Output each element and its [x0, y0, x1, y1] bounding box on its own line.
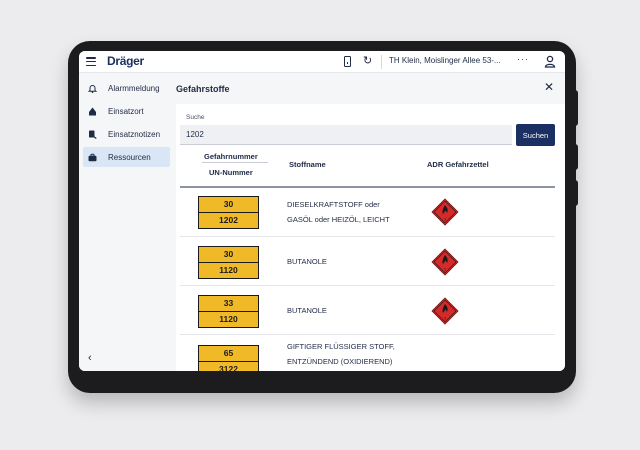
sidebar-item-label: Ressourcen	[108, 152, 151, 162]
app-screen: Dräger ↻ TH Klein, Moislinger Allee 53-.…	[79, 51, 565, 371]
column-header-hazard-number: Gefahrnummer	[204, 152, 258, 161]
header-divider	[202, 162, 268, 163]
column-header-substance-name: Stoffname	[289, 160, 326, 169]
hazard-plate: 33 1120	[198, 295, 259, 328]
table-row[interactable]: 30 1202 DIESELKRAFTSTOFF oder GASÖL oder…	[180, 187, 555, 237]
flammable-hazard-diamond-icon: 3	[431, 297, 459, 325]
un-number: 1120	[219, 314, 238, 324]
hazard-plate: 30 1120	[198, 246, 259, 279]
tablet-side-button	[572, 90, 578, 126]
menu-icon[interactable]	[86, 57, 96, 66]
tablet-side-button	[572, 180, 578, 206]
tablet-side-button	[572, 144, 578, 170]
incident-location[interactable]: TH Klein, Moislinger Allee 53-...	[389, 56, 501, 65]
phone-icon[interactable]	[344, 56, 351, 67]
top-bar: Dräger ↻ TH Klein, Moislinger Allee 53-.…	[79, 51, 565, 73]
hazard-number: 30	[199, 247, 258, 263]
sidebar-item-label: Einsatznotizen	[108, 129, 161, 139]
sidebar: Alarmmeldung Einsatzort Einsatznotizen R…	[79, 74, 176, 371]
sidebar-item-label: Alarmmeldung	[108, 83, 160, 93]
hazard-plate: 65 3122	[198, 345, 259, 371]
chevron-left-icon[interactable]: ‹	[88, 352, 92, 364]
un-number: 3122	[219, 364, 238, 371]
briefcase-icon	[88, 153, 97, 161]
column-header-adr-label: ADR Gefahrzettel	[427, 160, 489, 169]
search-input[interactable]	[180, 125, 512, 145]
substance-name: BUTANOLE	[287, 257, 327, 266]
search-label: Suche	[186, 114, 205, 121]
substance-name: GIFTIGER FLÜSSIGER STOFF, ENTZÜNDEND (OX…	[287, 342, 395, 366]
column-header-un-number: UN-Nummer	[209, 168, 253, 177]
sidebar-item-ressourcen[interactable]: Ressourcen	[83, 147, 170, 167]
substance-name: BUTANOLE	[287, 306, 327, 315]
hazard-plate: 30 1202	[198, 196, 259, 229]
sidebar-item-alarmmeldung[interactable]: Alarmmeldung	[83, 78, 170, 98]
flammable-hazard-diamond-icon: 3	[431, 198, 459, 226]
user-icon[interactable]	[544, 55, 556, 68]
main-content: Gefahrstoffe ✕ Suche Suchen Gefahrnummer…	[176, 74, 565, 371]
hazmat-panel: Suche Suchen Gefahrnummer UN-Nummer Stof…	[176, 104, 565, 371]
bell-icon	[88, 84, 97, 93]
un-number: 1120	[219, 265, 238, 275]
brand-logo: Dräger	[107, 54, 144, 68]
svg-text:3: 3	[444, 268, 446, 272]
close-icon[interactable]: ✕	[544, 80, 554, 94]
table-row[interactable]: 30 1120 BUTANOLE 3	[180, 237, 555, 286]
more-icon[interactable]: ···	[517, 54, 529, 64]
flammable-hazard-diamond-icon: 3	[431, 248, 459, 276]
table-row[interactable]: 65 3122 GIFTIGER FLÜSSIGER STOFF, ENTZÜN…	[180, 335, 555, 371]
notes-icon	[89, 130, 97, 139]
sidebar-item-label: Einsatzort	[108, 106, 144, 116]
location-icon	[89, 107, 96, 115]
divider	[381, 55, 382, 69]
svg-text:3: 3	[444, 317, 446, 321]
table-row[interactable]: 33 1120 BUTANOLE 3	[180, 286, 555, 335]
search-button[interactable]: Suchen	[516, 124, 555, 146]
substance-name: DIESELKRAFTSTOFF oder GASÖL oder HEIZÖL,…	[287, 200, 390, 224]
svg-text:3: 3	[444, 218, 446, 222]
sidebar-item-einsatznotizen[interactable]: Einsatznotizen	[83, 124, 170, 144]
page-title: Gefahrstoffe	[176, 84, 230, 94]
hazard-number: 33	[199, 296, 258, 312]
sidebar-item-einsatzort[interactable]: Einsatzort	[83, 101, 170, 121]
hazard-number: 30	[199, 197, 258, 213]
un-number: 1202	[219, 215, 238, 225]
refresh-icon[interactable]: ↻	[363, 54, 372, 68]
hazard-number: 65	[199, 346, 258, 362]
